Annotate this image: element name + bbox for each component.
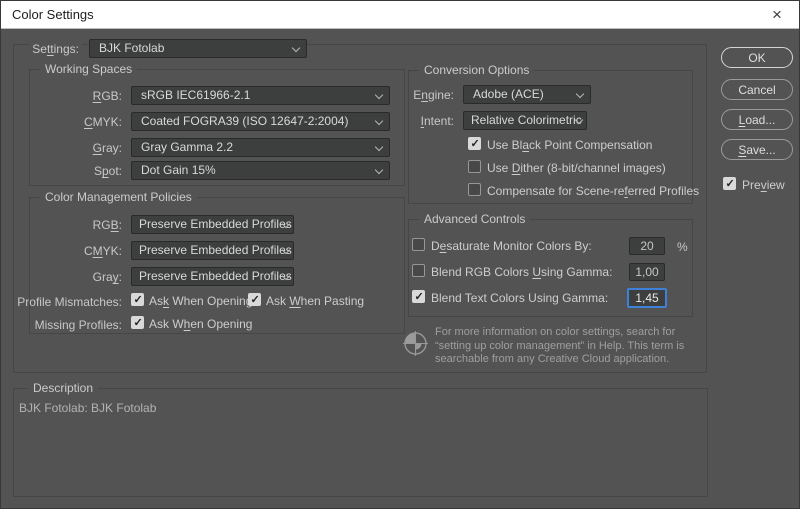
chevron-down-icon [374, 142, 384, 152]
ws-cmyk-select[interactable]: Coated FOGRA39 (ISO 12647-2:2004) [131, 112, 390, 131]
dither-checkbox[interactable] [468, 160, 481, 173]
titlebar: Color Settings × [1, 1, 799, 29]
pol-gray-select[interactable]: Preserve Embedded Profiles [131, 267, 294, 286]
intent-select[interactable]: Relative Colorimetric [463, 111, 587, 130]
pol-gray-label: Gray: [92, 270, 122, 284]
profile-mismatches-label: Profile Mismatches: [17, 295, 122, 309]
black-point-label[interactable]: Use Black Point Compensation [487, 138, 652, 152]
dialog-title: Color Settings [12, 7, 94, 22]
advanced-title: Advanced Controls [419, 212, 531, 226]
intent-label: Intent: [420, 114, 454, 128]
pol-rgb-label: RGB: [92, 218, 122, 232]
dither-label[interactable]: Use Dither (8-bit/channel images) [487, 161, 666, 175]
ws-rgb-select[interactable]: sRGB IEC61966-2.1 [131, 86, 390, 105]
mp-ask-opening-label[interactable]: Ask When Opening [149, 317, 252, 331]
ws-spot-label: Spot: [93, 164, 122, 178]
blend-text-checkbox[interactable] [412, 290, 425, 304]
pm-ask-pasting-label[interactable]: Ask When Pasting [266, 294, 364, 308]
blend-rgb-checkbox[interactable] [412, 264, 425, 277]
desaturate-input[interactable] [629, 237, 665, 255]
settings-label: Settings: [29, 42, 82, 56]
ws-gray-label: Gray: [92, 141, 122, 155]
pol-cmyk-label: CMYK: [83, 244, 122, 258]
policies-title: Color Management Policies [40, 190, 197, 204]
chevron-down-icon [374, 165, 384, 175]
scene-referred-checkbox[interactable] [468, 183, 481, 196]
blend-text-input[interactable] [627, 288, 667, 308]
preview-checkbox[interactable] [723, 177, 736, 191]
description-title: Description [28, 381, 99, 395]
ws-cmyk-label: CMYK: [83, 115, 122, 129]
close-icon[interactable]: × [759, 1, 795, 28]
desaturate-checkbox[interactable] [412, 238, 425, 251]
info-note: For more information on color settings, … [435, 326, 685, 365]
missing-profiles-label: Missing Profiles: [34, 318, 122, 332]
pm-ask-opening-checkbox[interactable] [131, 293, 144, 307]
description-text: BJK Fotolab: BJK Fotolab [19, 401, 157, 415]
preview-label[interactable]: Preview [742, 178, 785, 192]
ws-rgb-label: RGB: [92, 89, 122, 103]
pm-ask-opening-label[interactable]: Ask When Opening [149, 294, 252, 308]
blend-rgb-input[interactable] [629, 263, 665, 281]
desaturate-unit: % [677, 240, 688, 254]
chevron-down-icon [575, 89, 585, 99]
save-button[interactable]: Save... [721, 139, 793, 160]
ok-button[interactable]: OK [721, 47, 793, 68]
engine-label: Engine: [413, 88, 454, 102]
scene-referred-label[interactable]: Compensate for Scene-referred Profiles [487, 184, 699, 198]
working-spaces-title: Working Spaces [40, 62, 138, 76]
blend-text-label[interactable]: Blend Text Colors Using Gamma: [431, 291, 608, 305]
color-settings-dialog: Color Settings × Settings: BJK Fotolab W… [0, 0, 800, 509]
chevron-down-icon [374, 90, 384, 100]
ws-gray-select[interactable]: Gray Gamma 2.2 [131, 138, 390, 157]
blend-rgb-label[interactable]: Blend RGB Colors Using Gamma: [431, 265, 612, 279]
pm-ask-pasting-checkbox[interactable] [248, 293, 261, 307]
engine-select[interactable]: Adobe (ACE) [463, 85, 591, 104]
pol-cmyk-select[interactable]: Preserve Embedded Profiles [131, 241, 294, 260]
cancel-button[interactable]: Cancel [721, 79, 793, 100]
chevron-down-icon [291, 43, 301, 53]
settings-select[interactable]: BJK Fotolab [89, 39, 307, 58]
color-management-icon [402, 330, 429, 362]
desaturate-label[interactable]: Desaturate Monitor Colors By: [431, 239, 592, 253]
pol-rgb-select[interactable]: Preserve Embedded Profiles [131, 215, 294, 234]
chevron-down-icon [374, 116, 384, 126]
mp-ask-opening-checkbox[interactable] [131, 316, 144, 330]
conversion-title: Conversion Options [419, 63, 535, 77]
black-point-checkbox[interactable] [468, 137, 481, 151]
ws-spot-select[interactable]: Dot Gain 15% [131, 161, 390, 180]
load-button[interactable]: Load... [721, 109, 793, 130]
